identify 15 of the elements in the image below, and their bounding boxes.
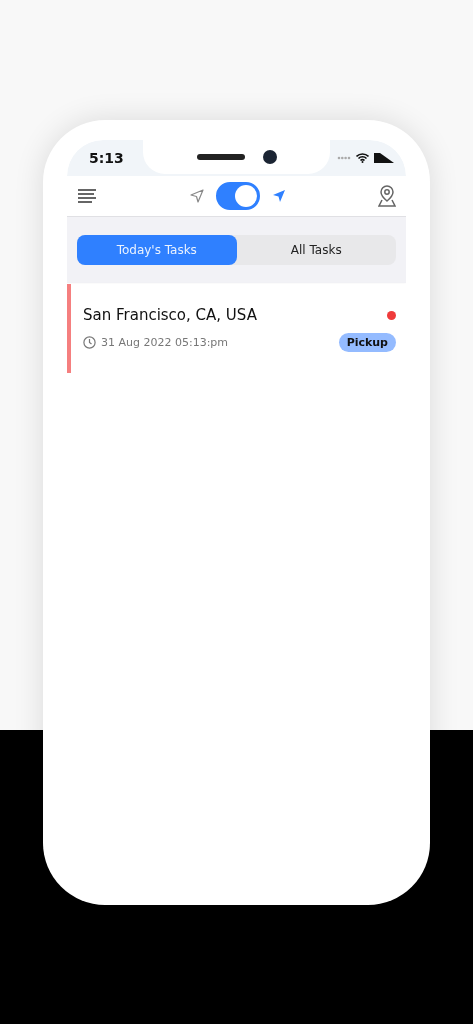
task-datetime: 31 Aug 2022 05:13:pm bbox=[101, 336, 229, 349]
wifi-icon bbox=[356, 153, 369, 163]
clock-icon bbox=[83, 336, 96, 349]
task-type-tag: Pickup bbox=[338, 333, 396, 352]
menu-icon[interactable] bbox=[77, 188, 97, 204]
navigation-arrow-icon[interactable] bbox=[189, 189, 204, 203]
location-toggle[interactable] bbox=[215, 182, 260, 210]
signal-icon bbox=[337, 156, 351, 160]
navigation-arrow-icon[interactable] bbox=[271, 189, 286, 203]
task-tab[interactable]: All Tasks bbox=[236, 235, 396, 265]
battery-icon bbox=[374, 153, 394, 163]
location-pin-icon[interactable] bbox=[378, 185, 396, 207]
task-card[interactable]: San Francisco, CA, USA 31 Aug 2022 05:13:pm Pickup bbox=[67, 284, 406, 373]
status-time: 5:13 bbox=[89, 150, 124, 166]
task-address: San Francisco, CA, USA bbox=[83, 306, 257, 324]
